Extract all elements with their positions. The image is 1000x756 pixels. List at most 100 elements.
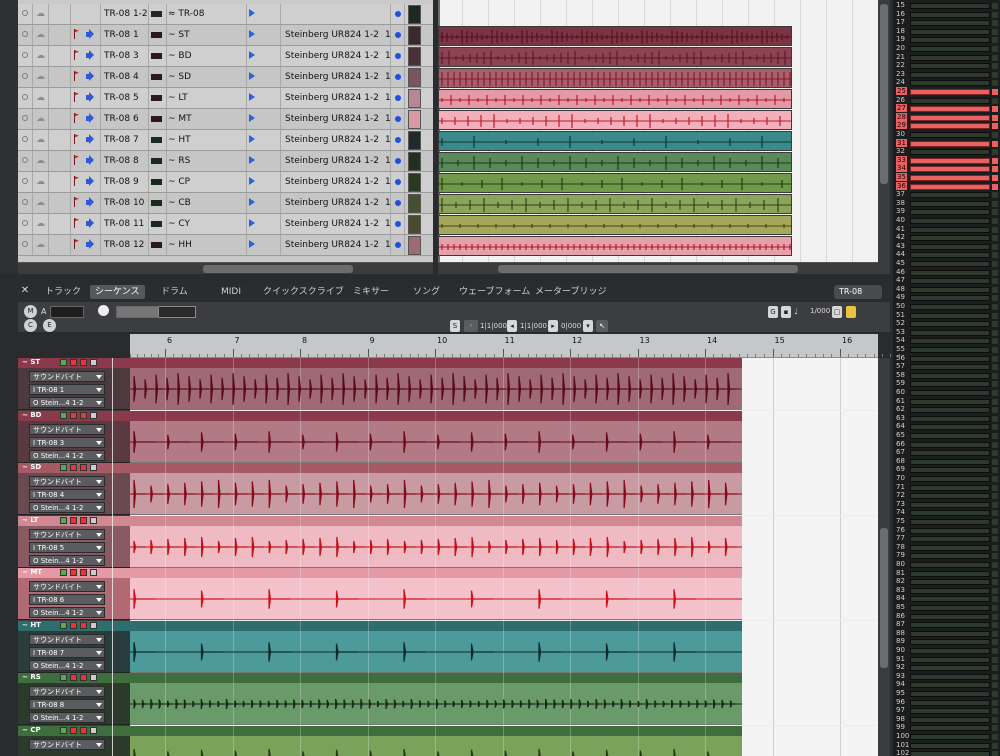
track-row[interactable]: ☁ TR-08 1-2 ≈ TR-08	[18, 4, 433, 25]
marker-toggle[interactable]	[846, 306, 856, 318]
input-selector[interactable]: I TR-08 7	[29, 646, 105, 658]
play-icon[interactable]	[249, 9, 255, 17]
channel-number[interactable]: 1	[385, 219, 391, 229]
speaker-icon[interactable]	[86, 92, 98, 103]
speaker-icon[interactable]	[86, 197, 98, 208]
type-selector[interactable]: サウンドバイト	[29, 581, 105, 592]
device-name[interactable]: Steinberg UR824 1-2	[285, 30, 379, 40]
speaker-icon[interactable]	[86, 71, 98, 82]
speaker-icon[interactable]	[86, 218, 98, 229]
monitor-dot[interactable]	[395, 137, 401, 143]
monitor-dot[interactable]	[395, 95, 401, 101]
lane-header[interactable]: ~ SD サウンドバイト I TR-08 4 O Stein...4 1-2	[18, 463, 130, 515]
track-color[interactable]	[408, 68, 421, 87]
type-label[interactable]: サウンドバイト	[33, 373, 82, 381]
type-label[interactable]: サウンドバイト	[33, 531, 82, 539]
link-icon[interactable]: ☁	[36, 219, 45, 229]
type-selector[interactable]: サウンドバイト	[29, 528, 105, 540]
output-selector[interactable]: O Stein...4 1-2	[29, 554, 105, 566]
channel-number[interactable]: 1	[385, 156, 391, 166]
clock-icon[interactable]	[98, 305, 109, 316]
flag-icon[interactable]	[74, 239, 80, 249]
audio-clip[interactable]	[438, 131, 792, 151]
track-name[interactable]: TR-08 3	[104, 51, 139, 61]
device-name[interactable]: Steinberg UR824 1-2	[285, 219, 379, 229]
tab-3[interactable]: MIDI	[216, 285, 246, 299]
input-selector[interactable]: I TR-08 3	[29, 436, 105, 448]
output-device[interactable]: Steinberg UR824 1-2 1	[285, 198, 391, 208]
output-device[interactable]: Steinberg UR824 1-2 1	[285, 219, 391, 229]
output-device[interactable]: Steinberg UR824 1-2 1	[285, 72, 391, 82]
lane-button[interactable]	[90, 621, 97, 629]
play-icon[interactable]	[249, 114, 255, 122]
input-selector[interactable]: I TR-08 1	[29, 384, 105, 395]
channel-number[interactable]: 1	[385, 93, 391, 103]
audio-clip[interactable]	[438, 194, 792, 214]
track-selector[interactable]: TR-08	[834, 285, 882, 299]
record-arm-icon[interactable]	[22, 178, 28, 184]
flag-icon[interactable]	[74, 29, 80, 39]
tab-5[interactable]: ミキサー	[348, 285, 394, 299]
arrangement-vscrollbar[interactable]	[878, 0, 890, 274]
scroll-thumb[interactable]	[498, 265, 798, 273]
channel-number[interactable]: 1	[385, 135, 391, 145]
tab-4[interactable]: クイックスクライブ	[258, 285, 349, 299]
track-color[interactable]	[408, 131, 421, 150]
instrument-name[interactable]: ~ ST	[168, 30, 190, 40]
channel-number[interactable]: 1	[385, 198, 391, 208]
device-name[interactable]: Steinberg UR824 1-2	[285, 240, 379, 250]
lane-name[interactable]: ~ CP	[22, 726, 41, 734]
instrument-name[interactable]: ~ CB	[168, 198, 191, 208]
output-label[interactable]: O Stein...4 1-2	[33, 714, 83, 722]
pointer-tool[interactable]: ↖	[596, 320, 608, 332]
output-device[interactable]: Steinberg UR824 1-2 1	[285, 114, 391, 124]
audio-clip[interactable]	[438, 68, 792, 88]
monitor-dot[interactable]	[395, 242, 401, 248]
snap-toggle[interactable]: ▢	[832, 306, 842, 318]
device-name[interactable]: Steinberg UR824 1-2	[285, 135, 379, 145]
lane-button[interactable]	[70, 569, 77, 576]
lane-button[interactable]	[60, 464, 67, 471]
flag-icon[interactable]	[74, 71, 80, 81]
monitor-dot[interactable]	[395, 53, 401, 59]
editor-vscrollbar[interactable]	[878, 358, 890, 756]
flag-icon[interactable]	[74, 50, 80, 60]
speaker-icon[interactable]	[86, 134, 98, 145]
output-label[interactable]: O Stein...4 1-2	[33, 504, 83, 512]
close-icon[interactable]: ✕	[18, 284, 32, 298]
sequence-lane[interactable]	[130, 515, 878, 568]
record-arm-icon[interactable]	[22, 157, 28, 163]
track-name[interactable]: TR-08 7	[104, 135, 139, 145]
instrument-name[interactable]: ~ LT	[168, 93, 188, 103]
record-arm-icon[interactable]	[22, 115, 28, 121]
input-selector[interactable]: I TR-08 6	[29, 594, 105, 605]
speaker-icon[interactable]	[86, 29, 98, 40]
output-device[interactable]: Steinberg UR824 1-2 1	[285, 177, 391, 187]
instrument-name[interactable]: ~ CY	[168, 219, 190, 229]
track-color[interactable]	[408, 215, 421, 234]
track-color[interactable]	[408, 26, 421, 45]
type-selector[interactable]: サウンドバイト	[29, 371, 105, 382]
speaker-icon[interactable]	[86, 239, 98, 250]
track-row[interactable]: ☁ TR-08 3 ~ BD Steinberg UR824 1-2 1	[18, 46, 433, 67]
link-icon[interactable]: ☁	[36, 30, 45, 40]
track-name[interactable]: TR-08 8	[104, 156, 139, 166]
output-device[interactable]: Steinberg UR824 1-2 1	[285, 240, 391, 250]
sequence-lane[interactable]	[130, 620, 878, 673]
dropdown-button[interactable]: ▾	[583, 320, 593, 332]
m-button[interactable]: M	[24, 305, 37, 318]
type-label[interactable]: サウンドバイト	[33, 741, 82, 749]
lane-header[interactable]: ~ RS サウンドバイト I TR-08 8 O Stein...4 1-2	[18, 673, 130, 725]
link-icon[interactable]: ☁	[36, 135, 45, 145]
flag-icon[interactable]	[74, 176, 80, 186]
channel-number[interactable]: 1	[385, 30, 391, 40]
input-label[interactable]: I TR-08 3	[33, 439, 64, 447]
lane-button[interactable]	[70, 516, 77, 524]
track-name[interactable]: TR-08 5	[104, 93, 139, 103]
lane-button[interactable]	[90, 674, 97, 681]
audio-clip[interactable]	[438, 89, 792, 109]
track-name[interactable]: TR-08 9	[104, 177, 139, 187]
device-name[interactable]: Steinberg UR824 1-2	[285, 93, 379, 103]
sequence-lane[interactable]	[130, 725, 878, 756]
track-name[interactable]: TR-08 4	[104, 72, 139, 82]
